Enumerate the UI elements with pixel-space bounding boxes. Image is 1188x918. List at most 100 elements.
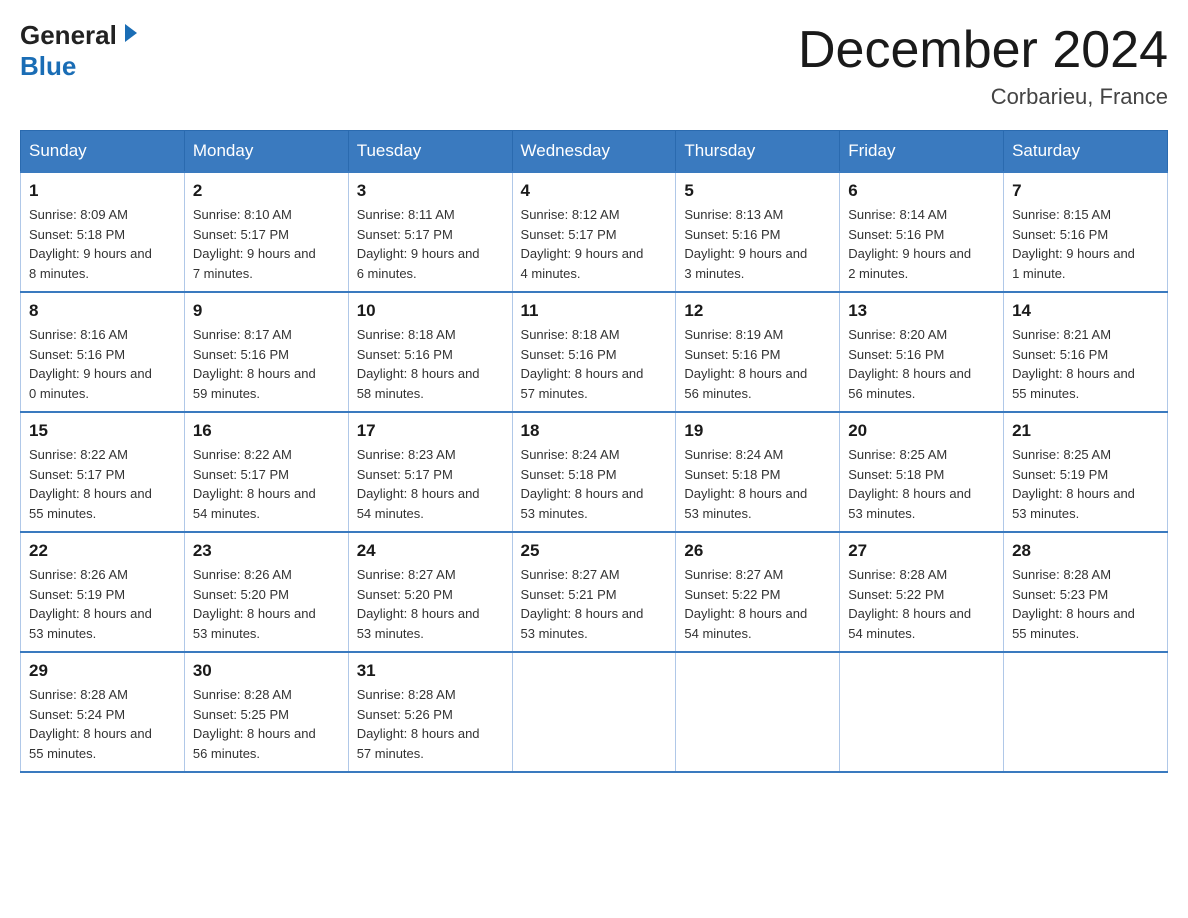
header-thursday: Thursday — [676, 131, 840, 173]
table-row: 13 Sunrise: 8:20 AM Sunset: 5:16 PM Dayl… — [840, 292, 1004, 412]
day-number: 3 — [357, 181, 504, 201]
calendar-week-row: 8 Sunrise: 8:16 AM Sunset: 5:16 PM Dayli… — [21, 292, 1168, 412]
table-row: 5 Sunrise: 8:13 AM Sunset: 5:16 PM Dayli… — [676, 172, 840, 292]
day-number: 21 — [1012, 421, 1159, 441]
day-number: 13 — [848, 301, 995, 321]
table-row: 19 Sunrise: 8:24 AM Sunset: 5:18 PM Dayl… — [676, 412, 840, 532]
logo: General Blue — [20, 20, 141, 82]
table-row: 25 Sunrise: 8:27 AM Sunset: 5:21 PM Dayl… — [512, 532, 676, 652]
table-row: 24 Sunrise: 8:27 AM Sunset: 5:20 PM Dayl… — [348, 532, 512, 652]
table-row: 12 Sunrise: 8:19 AM Sunset: 5:16 PM Dayl… — [676, 292, 840, 412]
header-tuesday: Tuesday — [348, 131, 512, 173]
day-number: 8 — [29, 301, 176, 321]
table-row: 27 Sunrise: 8:28 AM Sunset: 5:22 PM Dayl… — [840, 532, 1004, 652]
day-info: Sunrise: 8:24 AM Sunset: 5:18 PM Dayligh… — [521, 447, 644, 521]
day-info: Sunrise: 8:20 AM Sunset: 5:16 PM Dayligh… — [848, 327, 971, 401]
header-friday: Friday — [840, 131, 1004, 173]
day-info: Sunrise: 8:28 AM Sunset: 5:23 PM Dayligh… — [1012, 567, 1135, 641]
table-row — [676, 652, 840, 772]
day-number: 31 — [357, 661, 504, 681]
table-row: 30 Sunrise: 8:28 AM Sunset: 5:25 PM Dayl… — [184, 652, 348, 772]
day-number: 22 — [29, 541, 176, 561]
day-info: Sunrise: 8:19 AM Sunset: 5:16 PM Dayligh… — [684, 327, 807, 401]
day-info: Sunrise: 8:22 AM Sunset: 5:17 PM Dayligh… — [193, 447, 316, 521]
header-sunday: Sunday — [21, 131, 185, 173]
table-row: 28 Sunrise: 8:28 AM Sunset: 5:23 PM Dayl… — [1004, 532, 1168, 652]
day-info: Sunrise: 8:18 AM Sunset: 5:16 PM Dayligh… — [357, 327, 480, 401]
day-info: Sunrise: 8:11 AM Sunset: 5:17 PM Dayligh… — [357, 207, 480, 281]
table-row: 20 Sunrise: 8:25 AM Sunset: 5:18 PM Dayl… — [840, 412, 1004, 532]
day-info: Sunrise: 8:26 AM Sunset: 5:19 PM Dayligh… — [29, 567, 152, 641]
table-row: 14 Sunrise: 8:21 AM Sunset: 5:16 PM Dayl… — [1004, 292, 1168, 412]
table-row: 8 Sunrise: 8:16 AM Sunset: 5:16 PM Dayli… — [21, 292, 185, 412]
table-row: 31 Sunrise: 8:28 AM Sunset: 5:26 PM Dayl… — [348, 652, 512, 772]
table-row: 21 Sunrise: 8:25 AM Sunset: 5:19 PM Dayl… — [1004, 412, 1168, 532]
logo-general-text: General — [20, 20, 117, 51]
table-row: 3 Sunrise: 8:11 AM Sunset: 5:17 PM Dayli… — [348, 172, 512, 292]
day-number: 20 — [848, 421, 995, 441]
day-number: 15 — [29, 421, 176, 441]
logo-arrow-icon — [119, 22, 141, 49]
day-number: 30 — [193, 661, 340, 681]
day-number: 17 — [357, 421, 504, 441]
day-number: 24 — [357, 541, 504, 561]
header-wednesday: Wednesday — [512, 131, 676, 173]
header-saturday: Saturday — [1004, 131, 1168, 173]
day-info: Sunrise: 8:27 AM Sunset: 5:22 PM Dayligh… — [684, 567, 807, 641]
day-number: 12 — [684, 301, 831, 321]
day-number: 11 — [521, 301, 668, 321]
day-info: Sunrise: 8:22 AM Sunset: 5:17 PM Dayligh… — [29, 447, 152, 521]
table-row — [1004, 652, 1168, 772]
header-monday: Monday — [184, 131, 348, 173]
table-row: 7 Sunrise: 8:15 AM Sunset: 5:16 PM Dayli… — [1004, 172, 1168, 292]
day-number: 7 — [1012, 181, 1159, 201]
table-row — [512, 652, 676, 772]
calendar-week-row: 22 Sunrise: 8:26 AM Sunset: 5:19 PM Dayl… — [21, 532, 1168, 652]
day-number: 9 — [193, 301, 340, 321]
day-info: Sunrise: 8:09 AM Sunset: 5:18 PM Dayligh… — [29, 207, 152, 281]
table-row: 23 Sunrise: 8:26 AM Sunset: 5:20 PM Dayl… — [184, 532, 348, 652]
day-number: 14 — [1012, 301, 1159, 321]
table-row: 18 Sunrise: 8:24 AM Sunset: 5:18 PM Dayl… — [512, 412, 676, 532]
day-info: Sunrise: 8:16 AM Sunset: 5:16 PM Dayligh… — [29, 327, 152, 401]
location-text: Corbarieu, France — [798, 84, 1168, 110]
day-number: 6 — [848, 181, 995, 201]
table-row: 2 Sunrise: 8:10 AM Sunset: 5:17 PM Dayli… — [184, 172, 348, 292]
title-section: December 2024 Corbarieu, France — [798, 20, 1168, 110]
day-number: 28 — [1012, 541, 1159, 561]
day-number: 4 — [521, 181, 668, 201]
day-info: Sunrise: 8:27 AM Sunset: 5:21 PM Dayligh… — [521, 567, 644, 641]
table-row: 16 Sunrise: 8:22 AM Sunset: 5:17 PM Dayl… — [184, 412, 348, 532]
day-number: 1 — [29, 181, 176, 201]
table-row: 22 Sunrise: 8:26 AM Sunset: 5:19 PM Dayl… — [21, 532, 185, 652]
day-info: Sunrise: 8:18 AM Sunset: 5:16 PM Dayligh… — [521, 327, 644, 401]
calendar-header-row: Sunday Monday Tuesday Wednesday Thursday… — [21, 131, 1168, 173]
table-row: 6 Sunrise: 8:14 AM Sunset: 5:16 PM Dayli… — [840, 172, 1004, 292]
day-info: Sunrise: 8:14 AM Sunset: 5:16 PM Dayligh… — [848, 207, 971, 281]
table-row: 17 Sunrise: 8:23 AM Sunset: 5:17 PM Dayl… — [348, 412, 512, 532]
day-info: Sunrise: 8:15 AM Sunset: 5:16 PM Dayligh… — [1012, 207, 1135, 281]
calendar-week-row: 29 Sunrise: 8:28 AM Sunset: 5:24 PM Dayl… — [21, 652, 1168, 772]
day-number: 18 — [521, 421, 668, 441]
day-info: Sunrise: 8:28 AM Sunset: 5:24 PM Dayligh… — [29, 687, 152, 761]
day-info: Sunrise: 8:10 AM Sunset: 5:17 PM Dayligh… — [193, 207, 316, 281]
day-info: Sunrise: 8:24 AM Sunset: 5:18 PM Dayligh… — [684, 447, 807, 521]
day-number: 2 — [193, 181, 340, 201]
table-row: 11 Sunrise: 8:18 AM Sunset: 5:16 PM Dayl… — [512, 292, 676, 412]
calendar-week-row: 15 Sunrise: 8:22 AM Sunset: 5:17 PM Dayl… — [21, 412, 1168, 532]
table-row: 29 Sunrise: 8:28 AM Sunset: 5:24 PM Dayl… — [21, 652, 185, 772]
day-number: 25 — [521, 541, 668, 561]
day-info: Sunrise: 8:28 AM Sunset: 5:26 PM Dayligh… — [357, 687, 480, 761]
day-number: 19 — [684, 421, 831, 441]
day-info: Sunrise: 8:28 AM Sunset: 5:22 PM Dayligh… — [848, 567, 971, 641]
day-info: Sunrise: 8:23 AM Sunset: 5:17 PM Dayligh… — [357, 447, 480, 521]
day-info: Sunrise: 8:26 AM Sunset: 5:20 PM Dayligh… — [193, 567, 316, 641]
day-info: Sunrise: 8:13 AM Sunset: 5:16 PM Dayligh… — [684, 207, 807, 281]
table-row: 1 Sunrise: 8:09 AM Sunset: 5:18 PM Dayli… — [21, 172, 185, 292]
day-number: 5 — [684, 181, 831, 201]
table-row: 15 Sunrise: 8:22 AM Sunset: 5:17 PM Dayl… — [21, 412, 185, 532]
table-row: 4 Sunrise: 8:12 AM Sunset: 5:17 PM Dayli… — [512, 172, 676, 292]
month-year-title: December 2024 — [798, 20, 1168, 80]
calendar-week-row: 1 Sunrise: 8:09 AM Sunset: 5:18 PM Dayli… — [21, 172, 1168, 292]
day-info: Sunrise: 8:21 AM Sunset: 5:16 PM Dayligh… — [1012, 327, 1135, 401]
